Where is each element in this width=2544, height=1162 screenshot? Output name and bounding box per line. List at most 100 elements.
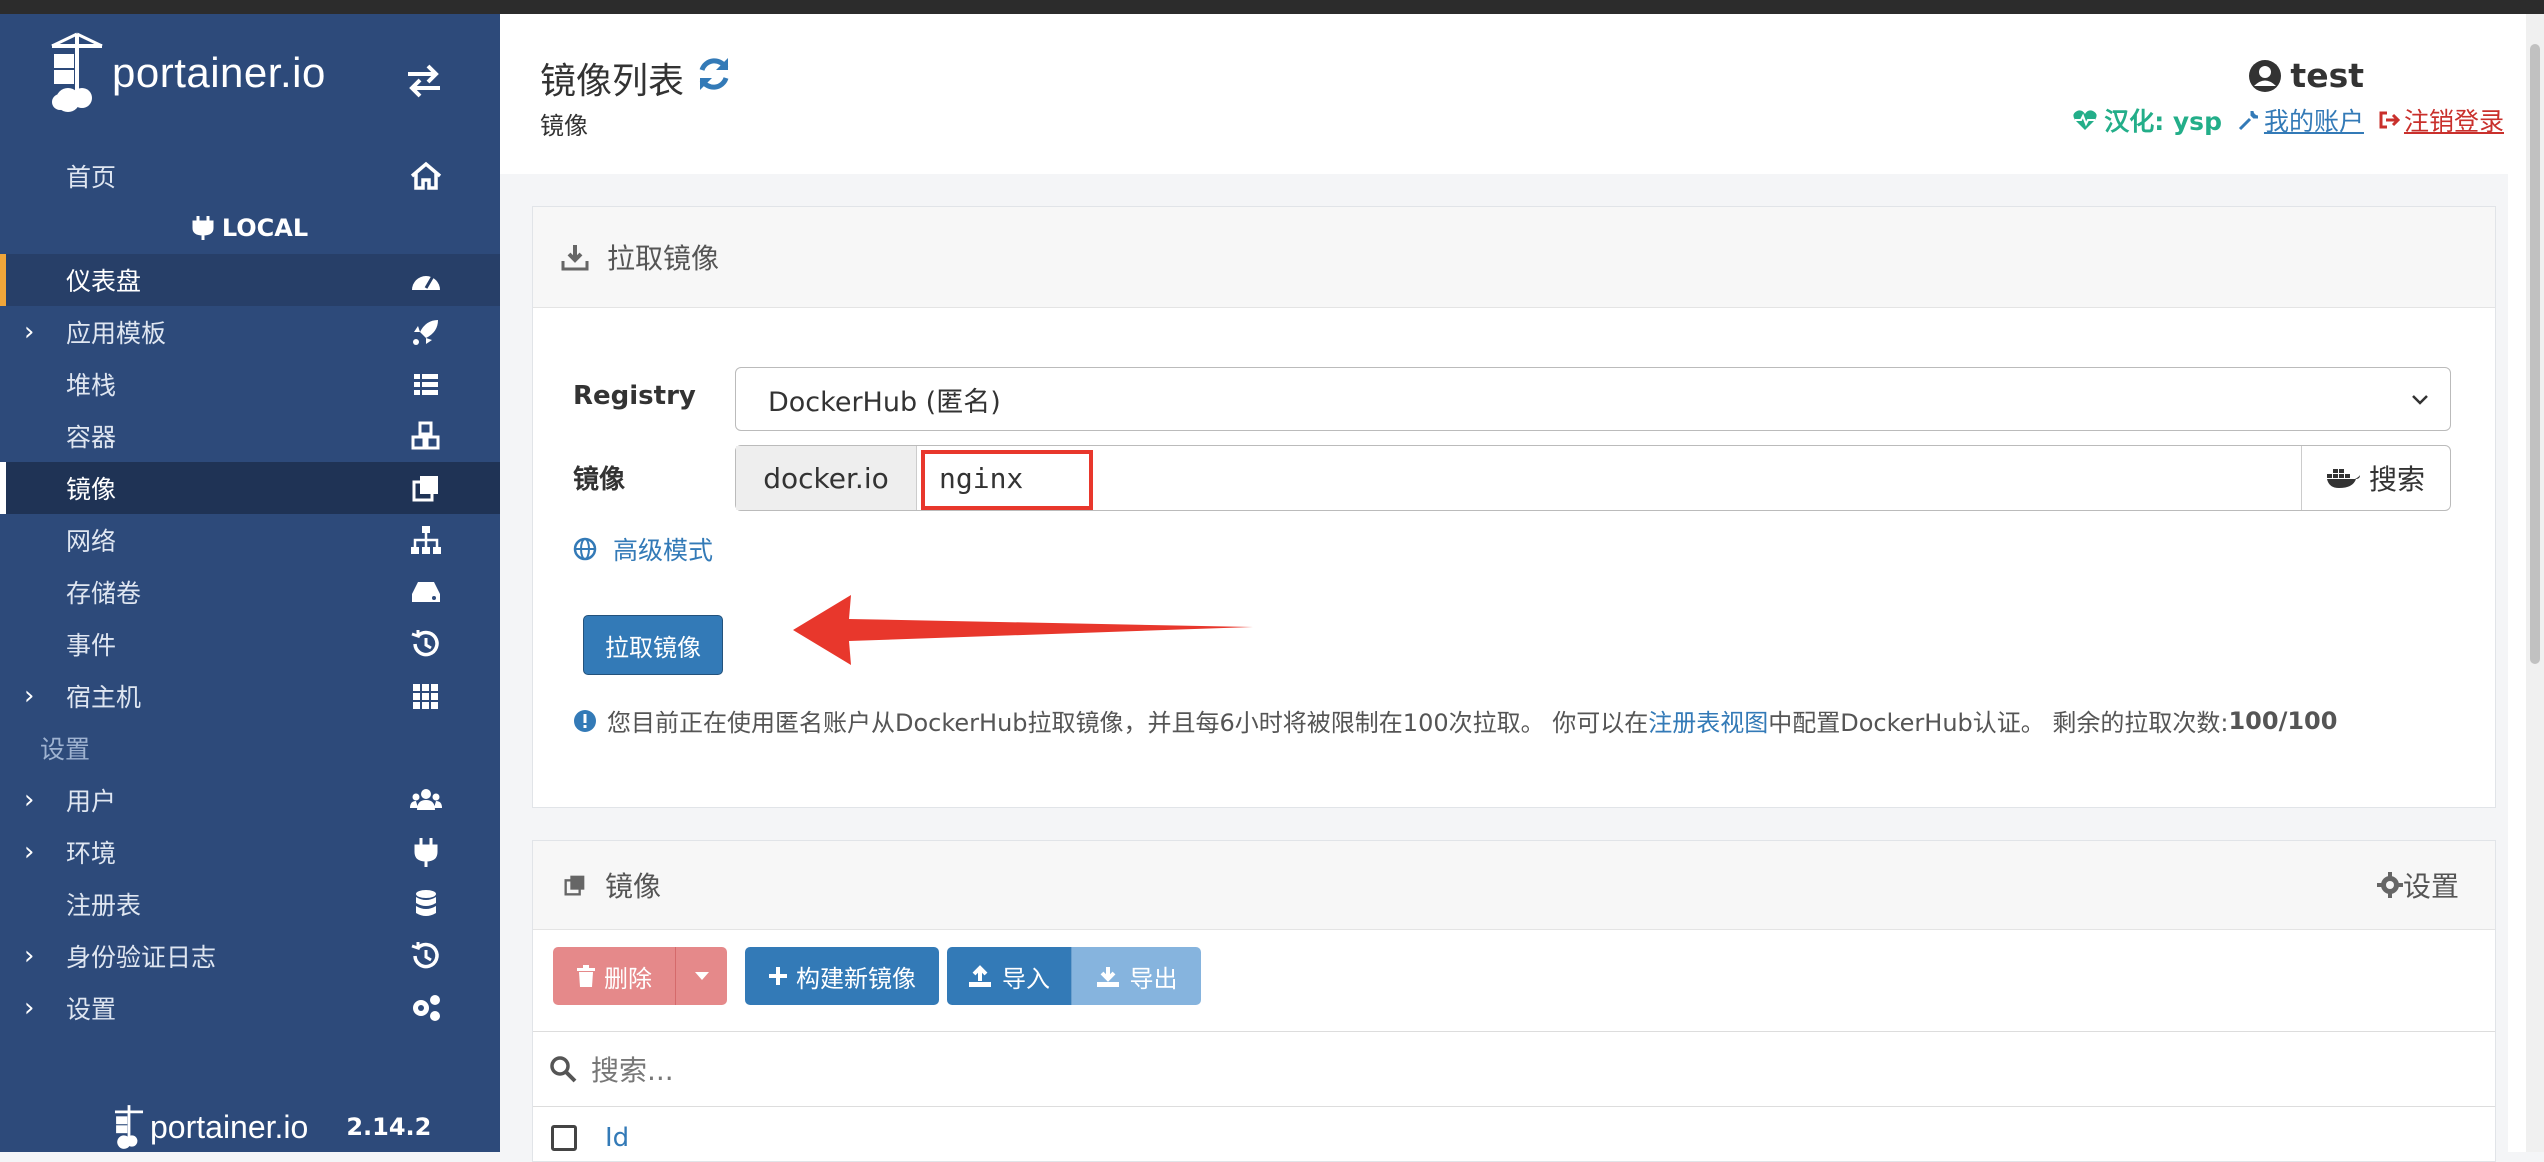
- logout-link[interactable]: 注销登录: [2404, 102, 2504, 138]
- dashboard-icon: [412, 275, 440, 290]
- chevron-right-icon: ›: [24, 317, 35, 347]
- sidebar-item-users[interactable]: › 用户: [0, 774, 500, 826]
- select-all-checkbox[interactable]: [551, 1125, 577, 1151]
- sidebar-section-settings: 设置: [40, 735, 91, 764]
- sidebar-item-settings[interactable]: › 设置: [0, 982, 500, 1034]
- delete-button[interactable]: 删除: [553, 947, 675, 1005]
- page-title: 镜像列表: [540, 61, 685, 102]
- refresh-icon[interactable]: [694, 54, 734, 94]
- registry-view-link[interactable]: 注册表视图: [1648, 703, 1768, 738]
- panel-title: 镜像: [605, 870, 662, 903]
- info-text-prefix: 您目前正在使用匿名账户从DockerHub拉取镜像，并且每6小时将被限制在100…: [607, 709, 1649, 737]
- sidebar-item-home[interactable]: 首页: [0, 150, 500, 202]
- sidebar-item-label: 环境: [66, 839, 117, 868]
- registry-prefix: docker.io: [736, 446, 917, 510]
- breadcrumb: 镜像: [540, 112, 588, 140]
- sidebar-item-dashboard[interactable]: 仪表盘: [0, 254, 500, 306]
- rocket-icon: [413, 320, 438, 345]
- history-icon: [411, 942, 439, 969]
- sidebar-item-label: 仪表盘: [66, 267, 142, 296]
- exchange-icon[interactable]: [404, 62, 444, 98]
- grid-icon: [413, 684, 438, 709]
- build-label: 构建新镜像: [796, 964, 916, 993]
- anonymous-pull-info: 您目前正在使用匿名账户从DockerHub拉取镜像，并且每6小时将被限制在100…: [573, 703, 2337, 738]
- brand-logo[interactable]: portainer.io: [48, 28, 326, 118]
- sidebar-nav: 首页 LOCAL 仪表盘 › 应用模板 堆栈 容器 镜像 网络 存储卷 事件 ›…: [0, 150, 500, 1034]
- footer-brand-name: portainer.io: [150, 1108, 309, 1145]
- registry-select[interactable]: DockerHub (匿名): [735, 367, 2451, 431]
- sidebar-item-host[interactable]: › 宿主机: [0, 670, 500, 722]
- user-name: test: [2248, 56, 2364, 95]
- chevron-right-icon: ›: [24, 785, 35, 815]
- globe-icon: [573, 537, 597, 561]
- registry-select-value: DockerHub (匿名): [768, 386, 1001, 418]
- panel-title: 拉取镜像: [607, 242, 720, 275]
- hdd-icon: [412, 582, 440, 602]
- portainer-logo-icon: [51, 32, 103, 112]
- sidebar-item-label: 应用模板: [66, 319, 167, 348]
- docker-icon: [2326, 469, 2360, 488]
- sidebar-item-events[interactable]: 事件: [0, 618, 500, 670]
- search-button-label: 搜索: [2368, 463, 2425, 496]
- sidebar-item-label: 身份验证日志: [66, 943, 217, 972]
- sidebar-item-label: 容器: [66, 423, 117, 452]
- annotation-arrow: [793, 595, 1253, 665]
- annotation-highlight-box: [921, 450, 1093, 510]
- registry-label: Registry: [573, 381, 696, 411]
- import-label: 导入: [1002, 964, 1050, 993]
- sidebar-item-images[interactable]: 镜像: [0, 462, 500, 514]
- sidebar-item-label: 镜像: [66, 475, 117, 504]
- sidebar-item-label: 用户: [66, 787, 117, 816]
- history-icon: [411, 630, 439, 657]
- sidebar-item-auth-logs[interactable]: › 身份验证日志: [0, 930, 500, 982]
- image-name-input[interactable]: nginx: [917, 446, 2301, 510]
- advanced-mode-link[interactable]: 高级模式: [573, 531, 713, 567]
- table-settings-button[interactable]: 设置: [2376, 865, 2459, 905]
- scrollbar[interactable]: [2526, 14, 2544, 1152]
- portainer-logo-icon: [114, 1105, 144, 1149]
- image-label: 镜像: [573, 465, 626, 495]
- column-header-id[interactable]: Id: [605, 1123, 629, 1153]
- chevron-right-icon: ›: [24, 941, 35, 971]
- import-button[interactable]: 导入: [947, 947, 1071, 1005]
- sitemap-icon: [411, 526, 441, 554]
- sidebar-item-registries[interactable]: 注册表: [0, 878, 500, 930]
- sidebar-item-app-templates[interactable]: › 应用模板: [0, 306, 500, 358]
- sidebar-item-networks[interactable]: 网络: [0, 514, 500, 566]
- image-actions-toolbar: 删除 构建新镜像 导入 导出: [553, 947, 1201, 1005]
- sidebar-item-stacks[interactable]: 堆栈: [0, 358, 500, 410]
- search-dockerhub-button[interactable]: 搜索: [2301, 446, 2450, 510]
- users-icon: [410, 789, 442, 810]
- search-icon: [550, 1056, 577, 1083]
- browser-top-strip: [0, 0, 2544, 14]
- list-icon: [414, 374, 438, 395]
- panel-header: 拉取镜像: [533, 207, 2495, 308]
- cubes-icon: [411, 421, 440, 450]
- image-table-search[interactable]: 搜索...: [533, 1031, 2495, 1107]
- brand-name: portainer.io: [112, 49, 326, 96]
- pull-image-button[interactable]: 拉取镜像: [583, 615, 723, 675]
- sidebar-item-volumes[interactable]: 存储卷: [0, 566, 500, 618]
- pull-image-panel: 拉取镜像 Registry DockerHub (匿名) 镜像 docker.i…: [532, 206, 2496, 808]
- search-placeholder: 搜索...: [591, 1054, 674, 1087]
- build-image-button[interactable]: 构建新镜像: [745, 947, 939, 1005]
- plug-icon: [192, 216, 214, 240]
- sidebar-item-environments[interactable]: › 环境: [0, 826, 500, 878]
- trash-icon: [577, 965, 595, 987]
- clone-icon: [564, 875, 585, 896]
- advanced-mode-label: 高级模式: [613, 536, 714, 565]
- image-input-group: docker.io nginx 搜索: [735, 445, 2451, 511]
- environment-label: LOCAL: [0, 202, 500, 254]
- sidebar-item-label: 注册表: [66, 891, 142, 920]
- my-account-link[interactable]: 我的账户: [2264, 102, 2364, 138]
- wrench-icon: [2238, 110, 2259, 131]
- chevron-right-icon: ›: [24, 993, 35, 1023]
- sidebar-item-containers[interactable]: 容器: [0, 410, 500, 462]
- delete-options-dropdown[interactable]: [675, 947, 727, 1005]
- user-circle-icon: [2249, 59, 2282, 92]
- scrollbar-thumb[interactable]: [2530, 44, 2540, 664]
- environment-name: LOCAL: [221, 214, 309, 242]
- export-button[interactable]: 导出: [1071, 947, 1201, 1005]
- page-header: 镜像列表 镜像 test 汉化: ysp 我的账户 注销登录: [500, 14, 2544, 174]
- page-right-edge: [2508, 14, 2526, 1152]
